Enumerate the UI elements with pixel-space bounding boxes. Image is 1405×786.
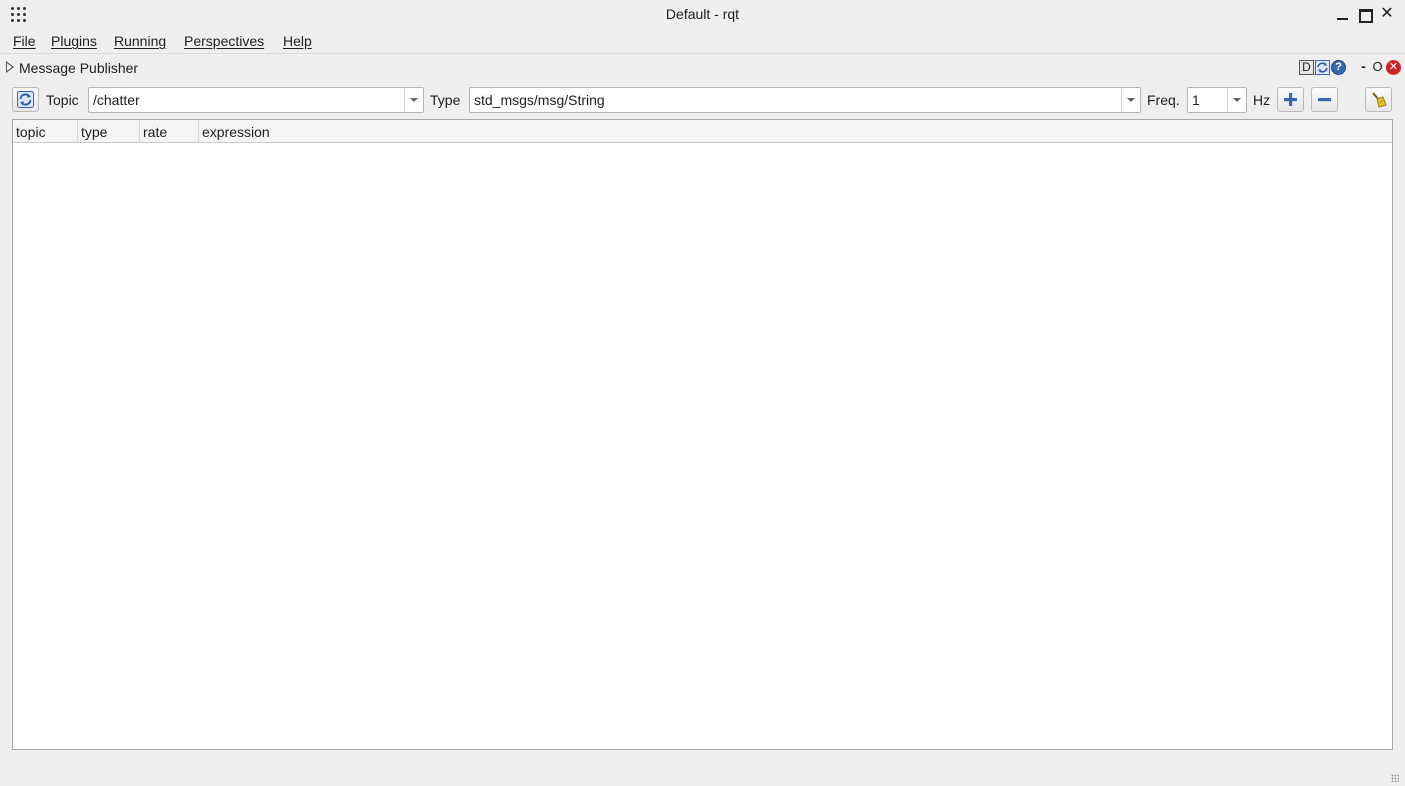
reload-icon[interactable] bbox=[1315, 60, 1330, 75]
publisher-toolbar: Topic /chatter Type std_msgs/msg/String … bbox=[0, 84, 1405, 116]
window-maximize-button[interactable] bbox=[1357, 6, 1373, 23]
rqt-window: Default - rqt ✕ File Plugins Running Per… bbox=[0, 0, 1405, 786]
chevron-down-icon[interactable] bbox=[1121, 88, 1140, 112]
refresh-icon bbox=[17, 91, 34, 108]
minus-icon bbox=[1318, 98, 1331, 102]
column-header-expression[interactable]: expression bbox=[199, 120, 1392, 143]
refresh-button[interactable] bbox=[12, 87, 39, 112]
clear-button[interactable] bbox=[1365, 87, 1392, 112]
menu-separator bbox=[0, 53, 1405, 54]
close-icon[interactable]: ✕ bbox=[1386, 60, 1401, 75]
collapse-arrow-icon[interactable] bbox=[6, 61, 14, 73]
dock-float-button[interactable]: O bbox=[1370, 60, 1385, 75]
dock-title-bar: Message Publisher D ? - O ✕ bbox=[0, 56, 1405, 80]
type-combobox[interactable]: std_msgs/msg/String bbox=[469, 87, 1141, 113]
menu-perspectives[interactable]: Perspectives bbox=[184, 33, 264, 49]
help-icon[interactable]: ? bbox=[1331, 60, 1346, 75]
chevron-down-icon[interactable] bbox=[1227, 88, 1246, 112]
column-header-rate[interactable]: rate bbox=[140, 120, 199, 143]
freq-label: Freq. bbox=[1147, 92, 1180, 108]
plugin-title: Message Publisher bbox=[19, 60, 139, 76]
type-label: Type bbox=[430, 92, 461, 108]
dock-minimize-button[interactable]: - bbox=[1356, 59, 1371, 75]
freq-combobox[interactable]: 1 bbox=[1187, 87, 1247, 113]
freq-value: 1 bbox=[1192, 92, 1200, 108]
window-minimize-button[interactable] bbox=[1335, 6, 1351, 22]
chevron-down-icon[interactable] bbox=[404, 88, 423, 112]
menu-help[interactable]: Help bbox=[283, 33, 312, 49]
topic-combobox[interactable]: /chatter bbox=[88, 87, 424, 113]
menu-running[interactable]: Running bbox=[114, 33, 166, 49]
window-title: Default - rqt bbox=[665, 6, 740, 22]
column-header-topic[interactable]: topic bbox=[13, 120, 78, 143]
title-bar: Default - rqt ✕ bbox=[0, 0, 1405, 30]
topic-value: /chatter bbox=[93, 92, 140, 108]
publishers-table[interactable]: topic type rate expression bbox=[12, 119, 1393, 750]
table-header: topic type rate expression bbox=[13, 120, 1392, 143]
table-body[interactable] bbox=[13, 144, 1392, 749]
menu-file[interactable]: File bbox=[13, 33, 36, 49]
dock-d-button[interactable]: D bbox=[1299, 60, 1314, 75]
remove-publisher-button[interactable] bbox=[1311, 87, 1338, 112]
plus-icon bbox=[1284, 93, 1297, 106]
broom-icon bbox=[1372, 92, 1387, 108]
hz-label: Hz bbox=[1253, 92, 1271, 108]
resize-grip[interactable] bbox=[1391, 774, 1399, 782]
window-close-button[interactable]: ✕ bbox=[1379, 6, 1395, 22]
menu-bar: File Plugins Running Perspectives Help bbox=[0, 30, 1405, 53]
type-value: std_msgs/msg/String bbox=[474, 92, 605, 108]
topic-label: Topic bbox=[46, 92, 79, 108]
column-header-type[interactable]: type bbox=[78, 120, 140, 143]
menu-plugins[interactable]: Plugins bbox=[51, 33, 97, 49]
add-publisher-button[interactable] bbox=[1277, 87, 1304, 112]
